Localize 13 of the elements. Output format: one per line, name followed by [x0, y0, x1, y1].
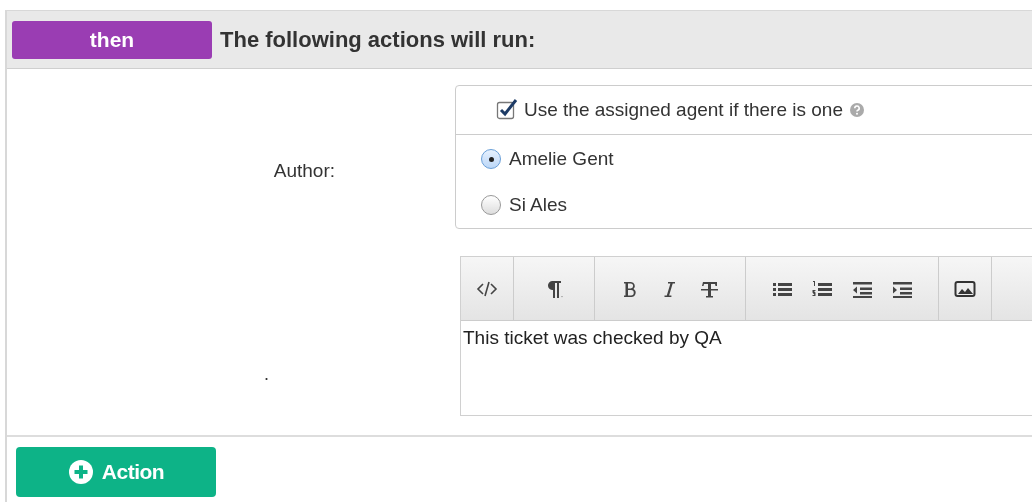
checkbox-label: Use the assigned agent if there is one	[524, 99, 843, 121]
radio-label: Si Ales	[509, 194, 568, 216]
radio-label: Amelie Gent	[509, 148, 614, 170]
message-text: This ticket was checked by QA	[462, 326, 723, 350]
checkbox[interactable]	[496, 99, 518, 121]
section-title: The following actions will run:	[220, 26, 536, 53]
radio-button[interactable]	[481, 149, 501, 169]
author-label: Author:	[272, 159, 335, 183]
then-badge: then	[12, 20, 212, 59]
message-label: .	[263, 363, 269, 386]
radio-button[interactable]	[481, 195, 501, 215]
plus-circle-icon	[67, 459, 94, 485]
rich-text-editor[interactable]: This ticket was checked by QA	[460, 256, 1032, 416]
